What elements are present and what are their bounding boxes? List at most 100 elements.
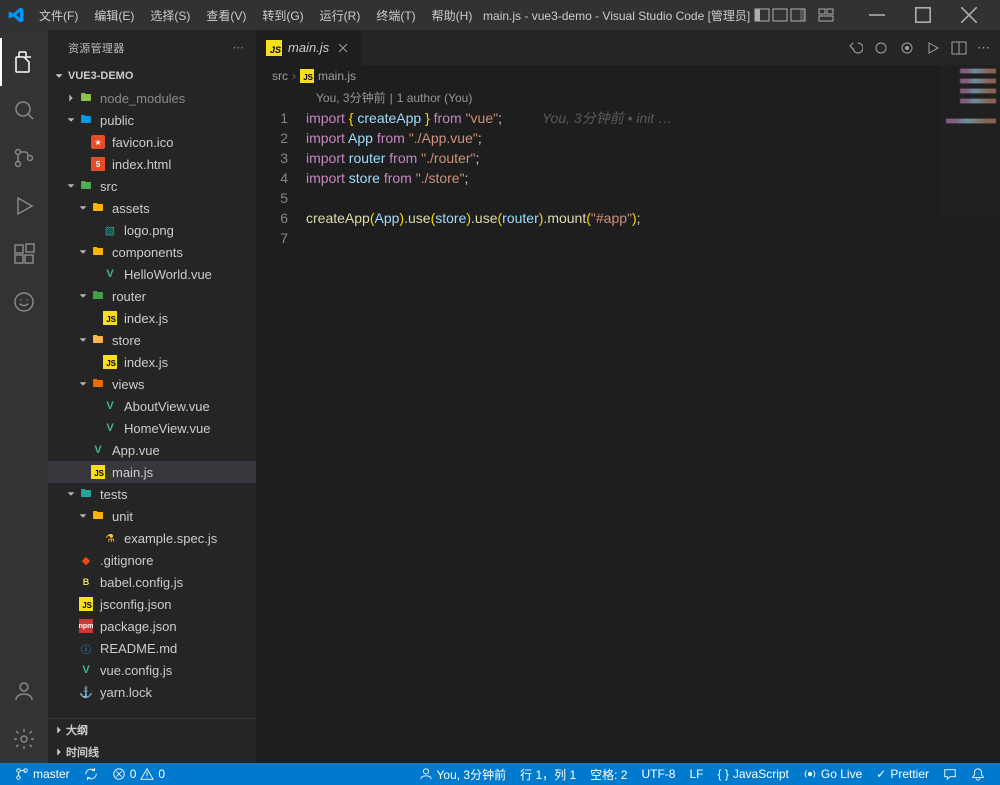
layout-left-icon[interactable] — [754, 7, 770, 23]
status-blame[interactable]: You, 3分钟前 — [412, 763, 514, 785]
jsconfig-icon: JS — [78, 596, 94, 612]
customize-layout-icon[interactable] — [818, 7, 834, 23]
tree-file[interactable]: VApp.vue — [48, 439, 256, 461]
chevron-down-icon — [64, 113, 78, 127]
tree-file[interactable]: ★favicon.ico — [48, 131, 256, 153]
status-encoding[interactable]: UTF-8 — [634, 763, 682, 785]
circle-icon[interactable] — [873, 40, 889, 56]
status-bell[interactable] — [964, 763, 992, 785]
tree-file[interactable]: VHomeView.vue — [48, 417, 256, 439]
tree-folder[interactable]: 🖿unit — [48, 505, 256, 527]
status-eol[interactable]: LF — [682, 763, 710, 785]
menu-item[interactable]: 文件(F) — [32, 3, 85, 28]
project-root[interactable]: VUE3-DEMO — [48, 65, 256, 87]
tree-file[interactable]: JS jsconfig.json — [48, 593, 256, 615]
status-problems[interactable]: 0 0 — [105, 763, 172, 785]
breadcrumb-part[interactable]: src — [272, 69, 288, 83]
chevron-down-icon — [76, 377, 90, 391]
tree-file[interactable]: ⚓yarn.lock — [48, 681, 256, 703]
menu-item[interactable]: 查看(V) — [199, 3, 253, 28]
folder-public-icon: 🖿 — [78, 112, 94, 128]
status-sync[interactable] — [77, 763, 105, 785]
layout-controls[interactable] — [754, 7, 834, 23]
tree-label: App.vue — [112, 443, 160, 458]
tree-folder[interactable]: 🖿assets — [48, 197, 256, 219]
chevron-right-icon — [52, 723, 66, 737]
tree-file[interactable]: ▧logo.png — [48, 219, 256, 241]
status-branch[interactable]: master — [8, 763, 77, 785]
tab-main-js[interactable]: JS main.js — [256, 30, 362, 65]
menu-item[interactable]: 帮助(H) — [425, 3, 480, 28]
layout-right-icon[interactable] — [790, 7, 806, 23]
extensions-icon[interactable] — [0, 230, 48, 278]
tree-file[interactable]: 5index.html — [48, 153, 256, 175]
tree-folder[interactable]: 🖿store — [48, 329, 256, 351]
tree-file[interactable]: Vvue.config.js — [48, 659, 256, 681]
tree-file[interactable]: npmpackage.json — [48, 615, 256, 637]
copilot-icon[interactable] — [0, 278, 48, 326]
tree-file[interactable]: ⓘREADME.md — [48, 637, 256, 659]
tree-label: jsconfig.json — [100, 597, 172, 612]
sidebar-title: 资源管理器 — [68, 40, 125, 56]
menu-item[interactable]: 编辑(E) — [87, 3, 141, 28]
more-icon[interactable]: ⋯ — [977, 40, 990, 56]
tree-folder[interactable]: 🖿tests — [48, 483, 256, 505]
settings-gear-icon[interactable] — [0, 715, 48, 763]
split-editor-icon[interactable] — [951, 40, 967, 56]
tree-folder[interactable]: 🖿src — [48, 175, 256, 197]
breadcrumb-part[interactable]: main.js — [318, 69, 356, 83]
minimize-button[interactable] — [854, 0, 900, 30]
circle-filled-icon[interactable] — [899, 40, 915, 56]
close-tab-icon[interactable] — [335, 40, 351, 56]
status-prettier[interactable]: ✓Prettier — [869, 763, 936, 785]
tree-folder[interactable]: 🖿views — [48, 373, 256, 395]
readme-icon: ⓘ — [78, 640, 94, 656]
tree-file[interactable]: JSindex.js — [48, 307, 256, 329]
tree-folder[interactable]: 🖿 node_modules — [48, 87, 256, 109]
tree-label: node_modules — [100, 91, 185, 106]
folder-node-icon: 🖿 — [78, 90, 94, 106]
tree-folder[interactable]: 🖿components — [48, 241, 256, 263]
tree-file[interactable]: JSmain.js — [48, 461, 256, 483]
more-actions-icon[interactable]: ⋯ — [233, 41, 244, 54]
minimap[interactable] — [940, 65, 1000, 215]
js-icon: JS — [102, 354, 118, 370]
status-golive[interactable]: Go Live — [796, 763, 869, 785]
tree-file[interactable]: Bbabel.config.js — [48, 571, 256, 593]
status-feedback[interactable] — [936, 763, 964, 785]
status-language[interactable]: { }JavaScript — [711, 763, 796, 785]
tree-label: babel.config.js — [100, 575, 183, 590]
menu-item[interactable]: 终端(T) — [369, 3, 422, 28]
status-indentation[interactable]: 空格: 2 — [583, 763, 634, 785]
menu-item[interactable]: 转到(G) — [255, 3, 310, 28]
code-editor[interactable]: 1import { createApp } from "vue";You, 3分… — [256, 108, 1000, 248]
editor-actions: ⋯ — [837, 30, 1000, 65]
timeline-section[interactable]: 时间线 — [48, 741, 256, 763]
run-icon[interactable] — [925, 40, 941, 56]
explorer-icon[interactable] — [0, 38, 48, 86]
tree-file[interactable]: VAboutView.vue — [48, 395, 256, 417]
tree-file[interactable]: ⚗example.spec.js — [48, 527, 256, 549]
maximize-button[interactable] — [900, 0, 946, 30]
codelens[interactable]: You, 3分钟前|1 author (You) — [256, 87, 1000, 108]
menu-item[interactable]: 选择(S) — [143, 3, 197, 28]
close-button[interactable] — [946, 0, 992, 30]
run-debug-icon[interactable] — [0, 182, 48, 230]
status-cursor-position[interactable]: 行 1，列 1 — [513, 763, 583, 785]
line-number: 1 — [256, 108, 306, 128]
tree-folder[interactable]: 🖿public — [48, 109, 256, 131]
js-icon: JS — [300, 69, 314, 83]
source-control-icon[interactable] — [0, 134, 48, 182]
tree-file[interactable]: ◆.gitignore — [48, 549, 256, 571]
explorer-sidebar: 资源管理器 ⋯ VUE3-DEMO 🖿 node_modules 🖿public★f… — [48, 30, 256, 763]
account-icon[interactable] — [0, 667, 48, 715]
layout-bottom-icon[interactable] — [772, 7, 788, 23]
tree-file[interactable]: JSindex.js — [48, 351, 256, 373]
tree-folder[interactable]: 🖿router — [48, 285, 256, 307]
breadcrumb[interactable]: src › JS main.js — [256, 65, 1000, 87]
tree-file[interactable]: VHelloWorld.vue — [48, 263, 256, 285]
menu-item[interactable]: 运行(R) — [313, 3, 368, 28]
search-icon[interactable] — [0, 86, 48, 134]
outline-section[interactable]: 大纲 — [48, 719, 256, 741]
go-back-icon[interactable] — [847, 40, 863, 56]
